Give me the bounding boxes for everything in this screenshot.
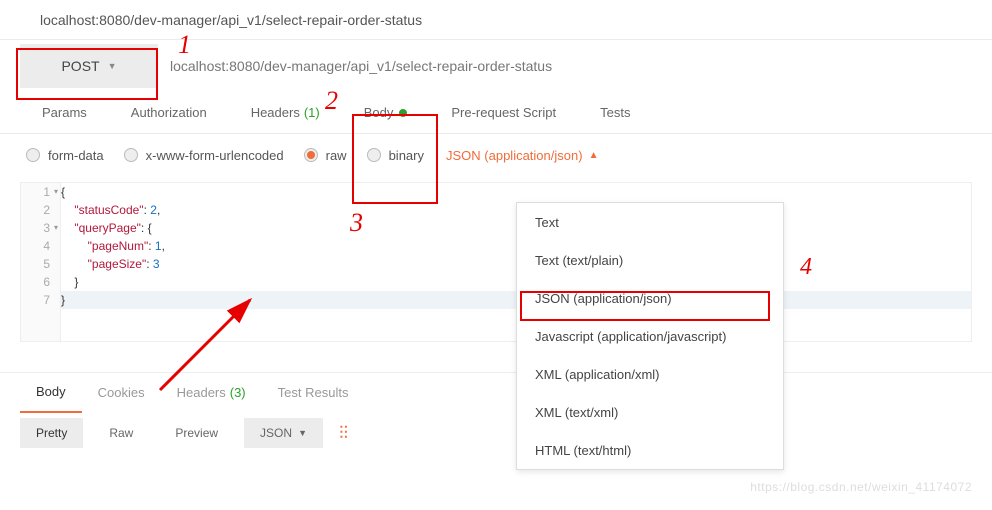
content-type-option[interactable]: Text	[517, 203, 783, 241]
tab-params[interactable]: Params	[20, 92, 109, 134]
preview-button[interactable]: Preview	[159, 418, 234, 448]
radio-label: x-www-form-urlencoded	[146, 148, 284, 163]
radio-icon	[124, 148, 138, 162]
line-number: 2	[21, 201, 60, 219]
radio-icon	[367, 148, 381, 162]
line-number: 7	[21, 291, 60, 309]
radio-form-data[interactable]: form-data	[20, 134, 118, 176]
request-tabs: Params Authorization Headers (1) Body Pr…	[0, 92, 992, 134]
tab-authorization[interactable]: Authorization	[109, 92, 229, 134]
annotation-number-1: 1	[178, 30, 191, 60]
raw-button[interactable]: Raw	[93, 418, 149, 448]
radio-raw[interactable]: raw	[298, 134, 361, 176]
line-number: 6	[21, 273, 60, 291]
resp-tab-headers-label: Headers	[177, 385, 226, 400]
tab-title: localhost:8080/dev-manager/api_v1/select…	[40, 12, 422, 28]
annotation-number-2: 2	[325, 86, 338, 116]
tab-body[interactable]: Body	[342, 92, 430, 134]
body-mode-row: form-data x-www-form-urlencoded raw bina…	[0, 134, 992, 176]
watermark: https://blog.csdn.net/weixin_41174072	[750, 480, 972, 494]
annotation-number-4: 4	[800, 254, 812, 281]
line-number: 3	[21, 219, 60, 237]
content-type-dropdown[interactable]: TextText (text/plain)JSON (application/j…	[516, 202, 784, 470]
content-type-option[interactable]: HTML (text/html)	[517, 431, 783, 469]
triangle-up-icon: ▲	[589, 150, 599, 161]
radio-label: form-data	[48, 148, 104, 163]
content-type-select[interactable]: JSON (application/json) ▲	[446, 148, 598, 163]
code-line[interactable]: {	[61, 183, 971, 201]
response-tabs: Body Cookies Headers (3) Test Results	[0, 372, 992, 412]
resp-tab-headers-count: (3)	[230, 385, 246, 400]
resp-tab-cookies[interactable]: Cookies	[82, 373, 161, 413]
resp-tab-body[interactable]: Body	[20, 373, 82, 413]
caret-down-icon: ▼	[108, 61, 117, 71]
content-type-label: JSON (application/json)	[446, 148, 583, 163]
annotation-number-3: 3	[350, 208, 363, 238]
tab-body-label: Body	[364, 105, 394, 120]
json-format-select[interactable]: JSON ▼	[244, 418, 323, 448]
caret-down-icon: ▼	[298, 428, 307, 438]
url-input[interactable]: localhost:8080/dev-manager/api_v1/select…	[170, 58, 972, 74]
content-type-option[interactable]: XML (text/xml)	[517, 393, 783, 431]
resp-tab-headers[interactable]: Headers (3)	[161, 373, 262, 413]
radio-label: binary	[389, 148, 424, 163]
wrap-lines-icon[interactable]: ⫶⫶	[339, 423, 348, 444]
line-number: 5	[21, 255, 60, 273]
pretty-button[interactable]: Pretty	[20, 418, 83, 448]
tab-prerequest[interactable]: Pre-request Script	[429, 92, 578, 134]
radio-urlencoded[interactable]: x-www-form-urlencoded	[118, 134, 298, 176]
radio-label: raw	[326, 148, 347, 163]
content-type-option[interactable]: Text (text/plain)	[517, 241, 783, 279]
radio-icon	[26, 148, 40, 162]
radio-icon	[304, 148, 318, 162]
tab-tests[interactable]: Tests	[578, 92, 652, 134]
content-type-option[interactable]: JSON (application/json)	[517, 279, 783, 317]
response-toolbar: Pretty Raw Preview JSON ▼ ⫶⫶	[0, 412, 992, 454]
content-type-option[interactable]: Javascript (application/javascript)	[517, 317, 783, 355]
line-number: 4	[21, 237, 60, 255]
http-method-select[interactable]: POST ▼	[20, 44, 158, 88]
json-format-label: JSON	[260, 426, 292, 440]
content-type-option[interactable]: XML (application/xml)	[517, 355, 783, 393]
tab-headers-count: (1)	[304, 105, 320, 120]
radio-binary[interactable]: binary	[361, 134, 438, 176]
line-number: 1	[21, 183, 60, 201]
tab-headers-label: Headers	[251, 105, 300, 120]
resp-tab-test-results[interactable]: Test Results	[262, 373, 365, 413]
body-editor[interactable]: 1234567 { "statusCode": 2, "queryPage": …	[20, 182, 972, 342]
editor-gutter: 1234567	[21, 183, 61, 341]
body-active-dot-icon	[399, 109, 407, 117]
http-method-label: POST	[61, 58, 99, 74]
